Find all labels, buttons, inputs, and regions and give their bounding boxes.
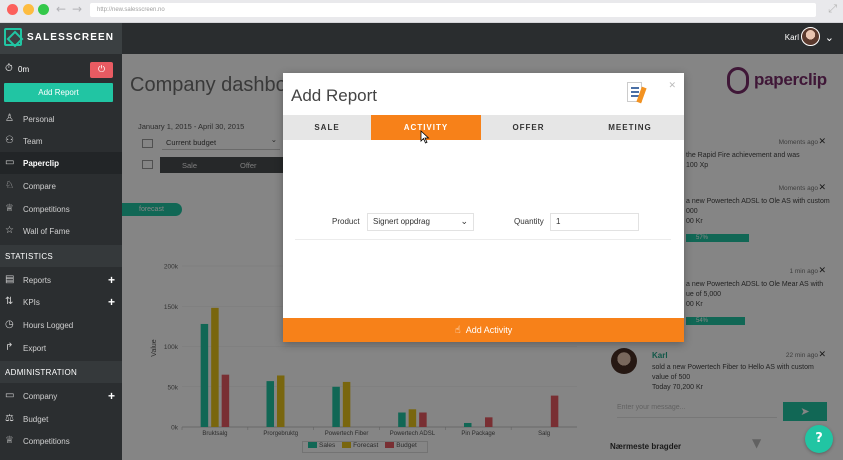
back-arrow-icon[interactable]: ← [56,2,66,16]
chevron-down-icon[interactable]: ⌄ [825,31,834,44]
trophy-icon: ♕ [5,435,14,446]
product-select-value: Signert oppdrag [373,217,430,226]
section-administration: ADMINISTRATION [0,361,122,383]
sidebar-item-budget[interactable]: ⚖ Budget [0,408,122,430]
sidebar-item-label: Competitions [23,437,70,446]
add-activity-label: Add Activity [465,325,513,335]
reports-icon: ▤ [5,274,15,285]
sidebar-item-label: Paperclip [23,159,60,168]
help-chat-button[interactable]: ? [805,425,833,453]
section-title: ADMINISTRATION [5,368,78,377]
star-icon: ☆ [5,225,14,236]
team-icon: ⚇ [5,135,14,146]
add-report-modal: Add Report ✕ SALE ACTIVITY OFFER MEETING… [283,73,684,342]
person-icon: ♙ [5,113,14,124]
sidebar-item-label: Export [23,344,47,353]
sidebar-item-label: KPIs [23,298,40,307]
salesscreen-logo-icon [4,28,22,46]
app-header: Karl ⌄ [122,23,843,54]
tab-sale[interactable]: SALE [283,115,371,140]
quantity-input[interactable]: 1 [550,213,639,231]
fullscreen-icon[interactable]: ⤢ [828,2,837,16]
minimize-window-button[interactable] [23,4,34,15]
add-report-button[interactable]: Add Report [4,83,113,102]
export-icon: ↱ [5,342,14,353]
add-kpi-plus-icon[interactable]: + [108,295,115,309]
sidebar-item-competitions[interactable]: ♕ Competitions [0,198,122,220]
section-title: STATISTICS [5,252,54,261]
timer-value: 0m [18,65,30,74]
sidebar-item-label: Reports [23,276,52,285]
sidebar: ⏱ 0m ⏻ Add Report ♙ Personal ⚇ Team ▭ Pa… [0,54,122,460]
url-bar[interactable]: http://new.salesscreen.no [90,3,816,17]
sidebar-item-label: Hours Logged [23,321,74,330]
scale-icon: ⚖ [5,413,14,424]
product-select[interactable]: Signert oppdrag ⌄ [367,213,474,231]
sidebar-item-compare[interactable]: ♘ Compare [0,175,122,197]
form-divider [295,239,671,240]
add-company-plus-icon[interactable]: + [108,389,115,403]
sidebar-item-label: Wall of Fame [23,227,70,236]
sidebar-item-label: Compare [23,182,56,191]
modal-title: Add Report [291,86,377,105]
quantity-label: Quantity [514,217,544,226]
company-icon: ▭ [5,390,15,401]
stopwatch-icon: ⏱ [5,63,13,74]
add-activity-button[interactable]: ☝ Add Activity [283,318,684,342]
sidebar-item-wall-of-fame[interactable]: ☆ Wall of Fame [0,220,122,242]
tab-meeting[interactable]: MEETING [576,115,684,140]
sidebar-item-label: Competitions [23,205,70,214]
report-document-icon [626,82,648,104]
clock-icon: ◷ [5,319,14,330]
sidebar-item-paperclip[interactable]: ▭ Paperclip [0,152,122,174]
sidebar-item-personal[interactable]: ♙ Personal [0,108,122,130]
user-avatar[interactable] [801,27,820,46]
report-type-tabs: SALE ACTIVITY OFFER MEETING [283,115,684,140]
sidebar-item-team[interactable]: ⚇ Team [0,130,122,152]
add-report-plus-icon[interactable]: + [108,273,115,287]
app-root: ← → http://new.salesscreen.no ⤢ SALESSCR… [0,0,843,460]
sidebar-item-kpis[interactable]: ⇅ KPIs + [0,291,122,313]
kpi-icon: ⇅ [5,296,14,307]
timer-row: ⏱ 0m ⏻ [0,54,122,83]
forward-arrow-icon[interactable]: → [72,2,82,16]
trophy-icon: ♕ [5,203,14,214]
section-statistics: STATISTICS [0,245,122,267]
briefcase-icon: ▭ [5,157,15,168]
sidebar-item-label: Company [23,392,58,401]
sidebar-item-label: Budget [23,415,49,424]
maximize-window-button[interactable] [38,4,49,15]
sidebar-item-label: Team [23,137,43,146]
hand-pointer-icon: ☝ [454,325,461,336]
sidebar-item-company[interactable]: ▭ Company + [0,385,122,407]
sidebar-item-hours-logged[interactable]: ◷ Hours Logged [0,314,122,336]
chevron-down-icon: ⌄ [460,217,468,227]
sidebar-item-reports[interactable]: ▤ Reports + [0,269,122,291]
sidebar-item-admin-competitions[interactable]: ♕ Competitions [0,430,122,452]
sidebar-item-label: Personal [23,115,55,124]
close-icon[interactable]: ✕ [668,81,676,91]
product-label: Product [332,217,360,226]
tab-offer[interactable]: OFFER [481,115,576,140]
sidebar-item-export[interactable]: ↱ Export [0,337,122,359]
user-name[interactable]: Karl [785,33,799,42]
browser-chrome: ← → http://new.salesscreen.no ⤢ [0,0,843,23]
logo-text: SALESSCREEN [27,32,115,43]
app-header-logo: SALESSCREEN [0,23,122,54]
mouse-cursor-icon [420,130,430,144]
compare-icon: ♘ [5,180,14,191]
close-window-button[interactable] [7,4,18,15]
timer-toggle-button[interactable]: ⏻ [90,62,113,78]
